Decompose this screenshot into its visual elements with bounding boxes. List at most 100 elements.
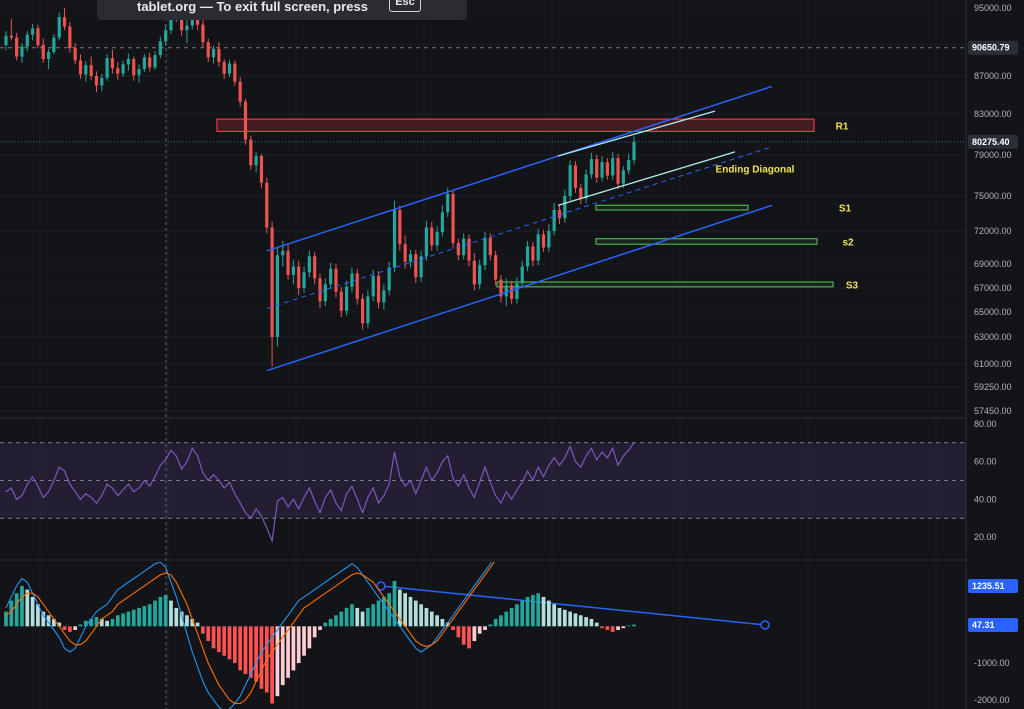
- candle-body: [275, 255, 280, 337]
- macd-histogram-bar: [174, 607, 179, 627]
- candle-body: [541, 234, 546, 248]
- macd-histogram-bar: [14, 593, 19, 627]
- macd-histogram-bar: [201, 626, 205, 634]
- rsi-tick: 80.00: [974, 419, 997, 429]
- zone-label-s1: S1: [839, 204, 852, 215]
- candle-body: [217, 48, 221, 63]
- candle-body: [563, 196, 567, 219]
- macd-histogram-bar: [376, 600, 381, 627]
- candle-body: [238, 81, 242, 102]
- candle-body: [350, 273, 354, 287]
- macd-histogram-bar: [610, 626, 615, 632]
- support-zone: [496, 281, 834, 288]
- macd-histogram-bar: [360, 611, 365, 627]
- price-tick: 67000.00: [974, 283, 1012, 293]
- macd-histogram-bar: [504, 611, 509, 627]
- macd-tick: -2000.00: [974, 695, 1010, 705]
- candle-body: [243, 101, 248, 140]
- macd-histogram-bar: [451, 626, 455, 630]
- candle-body: [89, 65, 93, 76]
- macd-histogram-bar: [20, 585, 24, 627]
- candle-body: [467, 238, 471, 261]
- candle-body: [9, 35, 13, 38]
- price-tick: 87000.00: [974, 71, 1012, 81]
- macd-histogram-bar: [413, 600, 418, 627]
- macd-histogram-bar: [275, 626, 280, 697]
- candle-body: [408, 254, 413, 262]
- candle-body: [376, 276, 381, 303]
- rsi-tick: 20.00: [974, 532, 997, 542]
- candle-body: [371, 276, 375, 297]
- candle-body: [185, 25, 189, 31]
- candle-body: [611, 158, 615, 176]
- macd-histogram-bar: [142, 606, 147, 627]
- macd-histogram-bar: [30, 596, 35, 627]
- macd-histogram-bar: [355, 607, 360, 627]
- candle-body: [259, 156, 264, 183]
- candle-body: [515, 283, 519, 299]
- candle-body: [355, 273, 359, 299]
- candle-body: [313, 256, 317, 279]
- candle-body: [430, 227, 434, 246]
- price-tick: 65000.00: [974, 307, 1012, 317]
- candle-body: [488, 237, 492, 256]
- zone-label-s3: S3: [846, 280, 859, 291]
- macd-histogram-bar: [243, 626, 248, 675]
- macd-histogram-bar: [232, 626, 237, 664]
- candle-body: [366, 296, 370, 324]
- candle-body: [249, 139, 253, 166]
- macd-histogram-bar: [286, 626, 290, 678]
- candle-body: [579, 187, 583, 199]
- candle-body: [4, 35, 8, 45]
- candle-body: [584, 174, 588, 199]
- candle-body: [483, 237, 487, 266]
- price-tick: 79000.00: [974, 150, 1012, 160]
- candle-body: [382, 290, 386, 303]
- esc-key-badge[interactable]: Esc: [389, 0, 421, 12]
- trading-chart[interactable]: 95000.0091000.0087000.0083000.0079000.00…: [0, 0, 1024, 709]
- macd-histogram-bar: [461, 626, 466, 645]
- macd-histogram-bar: [541, 596, 546, 627]
- candle-body: [329, 268, 333, 285]
- candle-body: [435, 232, 439, 246]
- rsi-tick: 60.00: [974, 457, 997, 467]
- macd-histogram-bar: [419, 604, 423, 627]
- candle-body: [392, 210, 397, 268]
- candle-body: [84, 65, 88, 75]
- macd-histogram-bar: [25, 589, 30, 627]
- macd-histogram-bar: [408, 596, 413, 627]
- macd-histogram-bar: [105, 620, 109, 627]
- macd-histogram-bar: [499, 615, 503, 627]
- candle-body: [68, 26, 72, 49]
- candle-body: [265, 182, 269, 228]
- macd-histogram-bar: [169, 600, 173, 627]
- candle-body: [525, 246, 530, 267]
- candle-body: [387, 267, 391, 291]
- candle-body: [270, 227, 274, 337]
- candle-body: [403, 244, 407, 262]
- macd-histogram-bar: [536, 593, 541, 627]
- candle-body: [520, 266, 524, 284]
- macd-histogram-bar: [185, 615, 189, 627]
- macd-histogram-bar: [477, 626, 482, 634]
- macd-histogram-bar: [600, 626, 604, 629]
- candle-body: [233, 63, 237, 82]
- candle-body: [504, 285, 508, 297]
- candle-body: [398, 210, 402, 245]
- macd-tag: 47.31: [972, 620, 995, 630]
- macd-histogram-bar: [509, 607, 514, 627]
- macd-histogram-bar: [41, 611, 46, 627]
- price-tick: 57450.00: [974, 406, 1012, 416]
- candle-body: [547, 231, 551, 248]
- macd-histogram-bar: [121, 613, 125, 627]
- price-tick: 59250.00: [974, 382, 1012, 392]
- candle-body: [116, 68, 120, 74]
- macd-histogram-bar: [435, 615, 439, 627]
- macd-histogram-bar: [9, 600, 14, 627]
- macd-histogram-bar: [488, 624, 493, 627]
- candle-body: [595, 159, 599, 178]
- price-tick: 75000.00: [974, 191, 1012, 201]
- macd-histogram-bar: [222, 626, 227, 656]
- fullscreen-banner-text: tablet.org — To exit full screen, press: [137, 0, 368, 14]
- macd-histogram-bar: [440, 618, 445, 627]
